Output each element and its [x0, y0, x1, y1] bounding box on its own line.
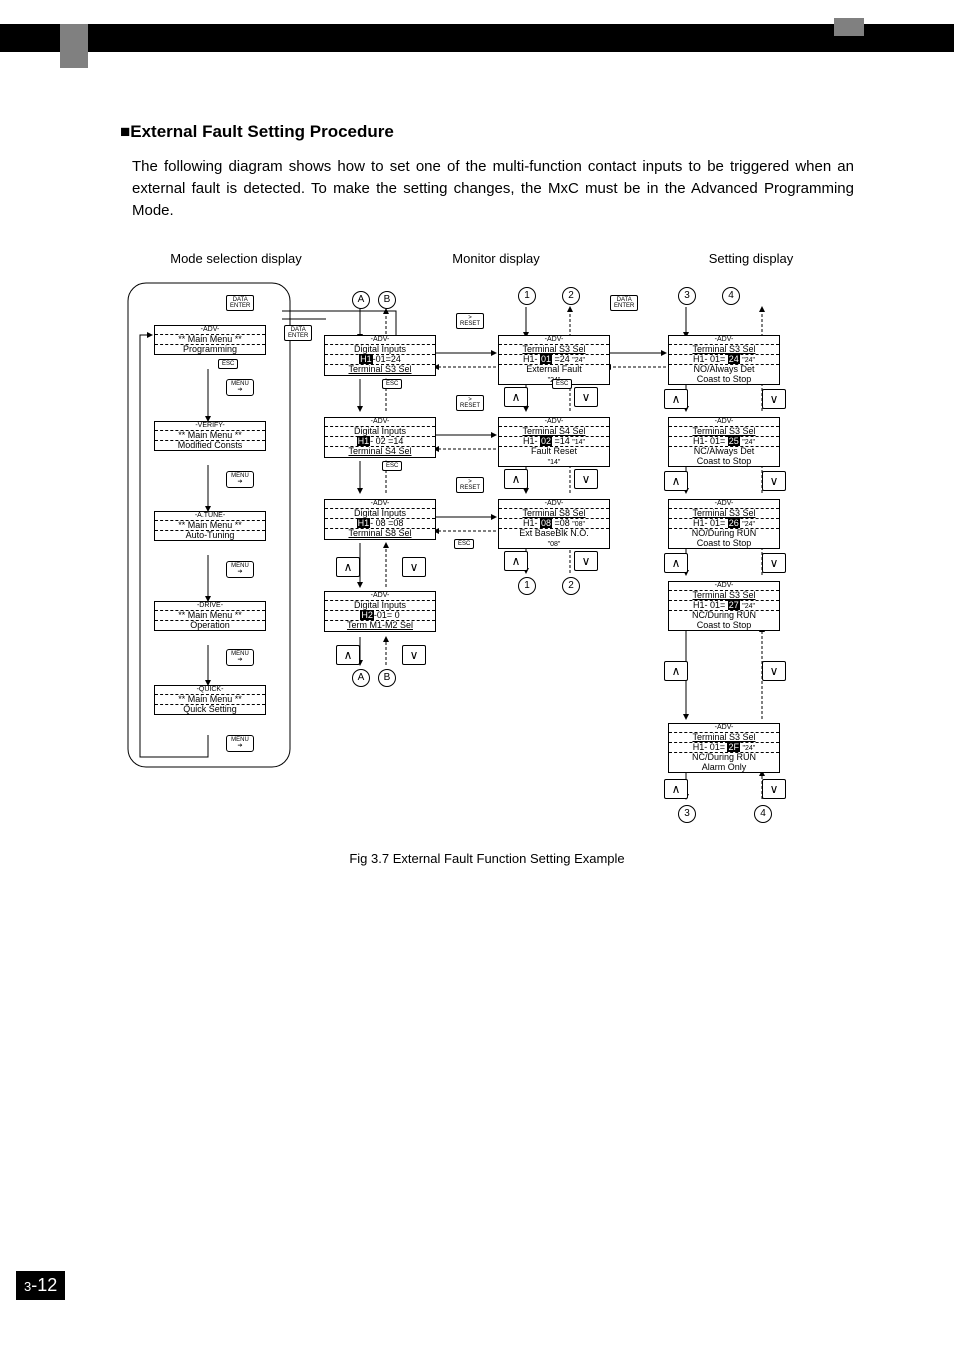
circle-A: A: [352, 669, 370, 687]
down-key: ∨: [762, 779, 786, 799]
disp-mid-3: -ADV- Digital Inputs H2-01= 0 Term M1-M2…: [324, 591, 436, 632]
circle-3: 3: [678, 287, 696, 305]
diagram: Mode selection display Monitor display S…: [126, 251, 866, 831]
up-key: ∧: [664, 661, 688, 681]
disp-f: Programming: [155, 344, 265, 354]
reset-key: > RESET: [456, 313, 484, 329]
circle-4: 4: [722, 287, 740, 305]
circle-2: 2: [562, 287, 580, 305]
disp-mon-0: -ADV- Terminal S3 Sel H1- 01 =24 "24" Ex…: [498, 335, 610, 385]
section-paragraph: The following diagram shows how to set o…: [132, 156, 854, 221]
up-key: ∧: [664, 389, 688, 409]
circle-2: 2: [562, 577, 580, 595]
up-key: ∧: [664, 779, 688, 799]
down-key: ∨: [402, 645, 426, 665]
down-key: ∨: [574, 387, 598, 407]
down-key: ∨: [762, 553, 786, 573]
disp-mon-1: -ADV- Terminal S4 Sel H1- 02 =14 "14" Fa…: [498, 417, 610, 467]
down-key: ∨: [762, 389, 786, 409]
esc-key: ESC: [552, 379, 572, 389]
circle-1: 1: [518, 577, 536, 595]
disp-set-2: -ADV- Terminal S3 Sel H1- 01= 26 "24" NO…: [668, 499, 780, 549]
menu-key: MENU➔: [226, 379, 254, 396]
label-mode: Mode selection display: [146, 251, 326, 266]
down-key: ∨: [762, 471, 786, 491]
figure-caption: Fig 3.7 External Fault Function Setting …: [120, 851, 854, 866]
label-setting: Setting display: [671, 251, 831, 266]
disp-set-1: -ADV- Terminal S3 Sel H1- 01= 25 "24" NC…: [668, 417, 780, 467]
esc-key: ESC: [218, 359, 238, 369]
top-side-bookmark: [834, 18, 864, 36]
esc-key: ESC: [454, 539, 474, 549]
down-key: ∨: [574, 551, 598, 571]
circle-A: A: [352, 291, 370, 309]
up-key: ∧: [664, 471, 688, 491]
disp-mid-0: -ADV- Digital Inputs H1-01=24 Terminal S…: [324, 335, 436, 376]
disp-m: ** Main Menu **: [155, 335, 265, 344]
down-key: ∨: [402, 557, 426, 577]
up-key: ∧: [336, 557, 360, 577]
up-key: ∧: [504, 387, 528, 407]
circle-B: B: [378, 291, 396, 309]
esc-key: ESC: [382, 461, 402, 471]
disp-mon-2: -ADV- Terminal S8 Sel H1- 08 =08 "08" Ex…: [498, 499, 610, 549]
data-enter-key: DATA ENTER: [284, 325, 312, 341]
reset-key: > RESET: [456, 477, 484, 493]
page-number: 3-12: [16, 1271, 65, 1300]
circle-3: 3: [678, 805, 696, 823]
up-key: ∧: [664, 553, 688, 573]
left-grey-tab: [60, 24, 88, 68]
circle-1: 1: [518, 287, 536, 305]
disp-set-3: -ADV- Terminal S3 Sel H1- 01= 27 "24" NC…: [668, 581, 780, 631]
esc-key: ESC: [382, 379, 402, 389]
disp-set-4: -ADV- Terminal S3 Sel H1- 01= 2F "24" NC…: [668, 723, 780, 773]
disp-mid-1: -ADV- Digital Inputs H1- 02 =14 Terminal…: [324, 417, 436, 458]
data-enter-key: DATA ENTER: [226, 295, 254, 311]
up-key: ∧: [504, 551, 528, 571]
circle-B: B: [378, 669, 396, 687]
disp-mode-4: -QUICK- ** Main Menu ** Quick Setting: [154, 685, 266, 715]
up-key: ∧: [504, 469, 528, 489]
circle-4: 4: [754, 805, 772, 823]
up-key: ∧: [336, 645, 360, 665]
section-title: ■External Fault Setting Procedure: [120, 122, 854, 142]
reset-key: > RESET: [456, 395, 484, 411]
top-black-bar: [0, 24, 954, 52]
disp-set-0: -ADV- Terminal S3 Sel H1- 01= 24 "24" NO…: [668, 335, 780, 385]
label-monitor: Monitor display: [416, 251, 576, 266]
disp-mode-2: -A.TUNE- ** Main Menu ** Auto-Tuning: [154, 511, 266, 541]
menu-key: MENU➔: [226, 471, 254, 488]
disp-mode-0: -ADV- ** Main Menu ** Programming: [154, 325, 266, 355]
menu-key: MENU➔: [226, 649, 254, 666]
down-key: ∨: [762, 661, 786, 681]
menu-key: MENU➔: [226, 561, 254, 578]
disp-mode-1: -VERIFY- ** Main Menu ** Modified Consts: [154, 421, 266, 451]
disp-mode-3: -DRIVE- ** Main Menu ** Operation: [154, 601, 266, 631]
disp-mid-2: -ADV- Digital Inputs H1- 08 =08 Terminal…: [324, 499, 436, 540]
data-enter-key: DATA ENTER: [610, 295, 638, 311]
menu-key: MENU➔: [226, 735, 254, 752]
down-key: ∨: [574, 469, 598, 489]
